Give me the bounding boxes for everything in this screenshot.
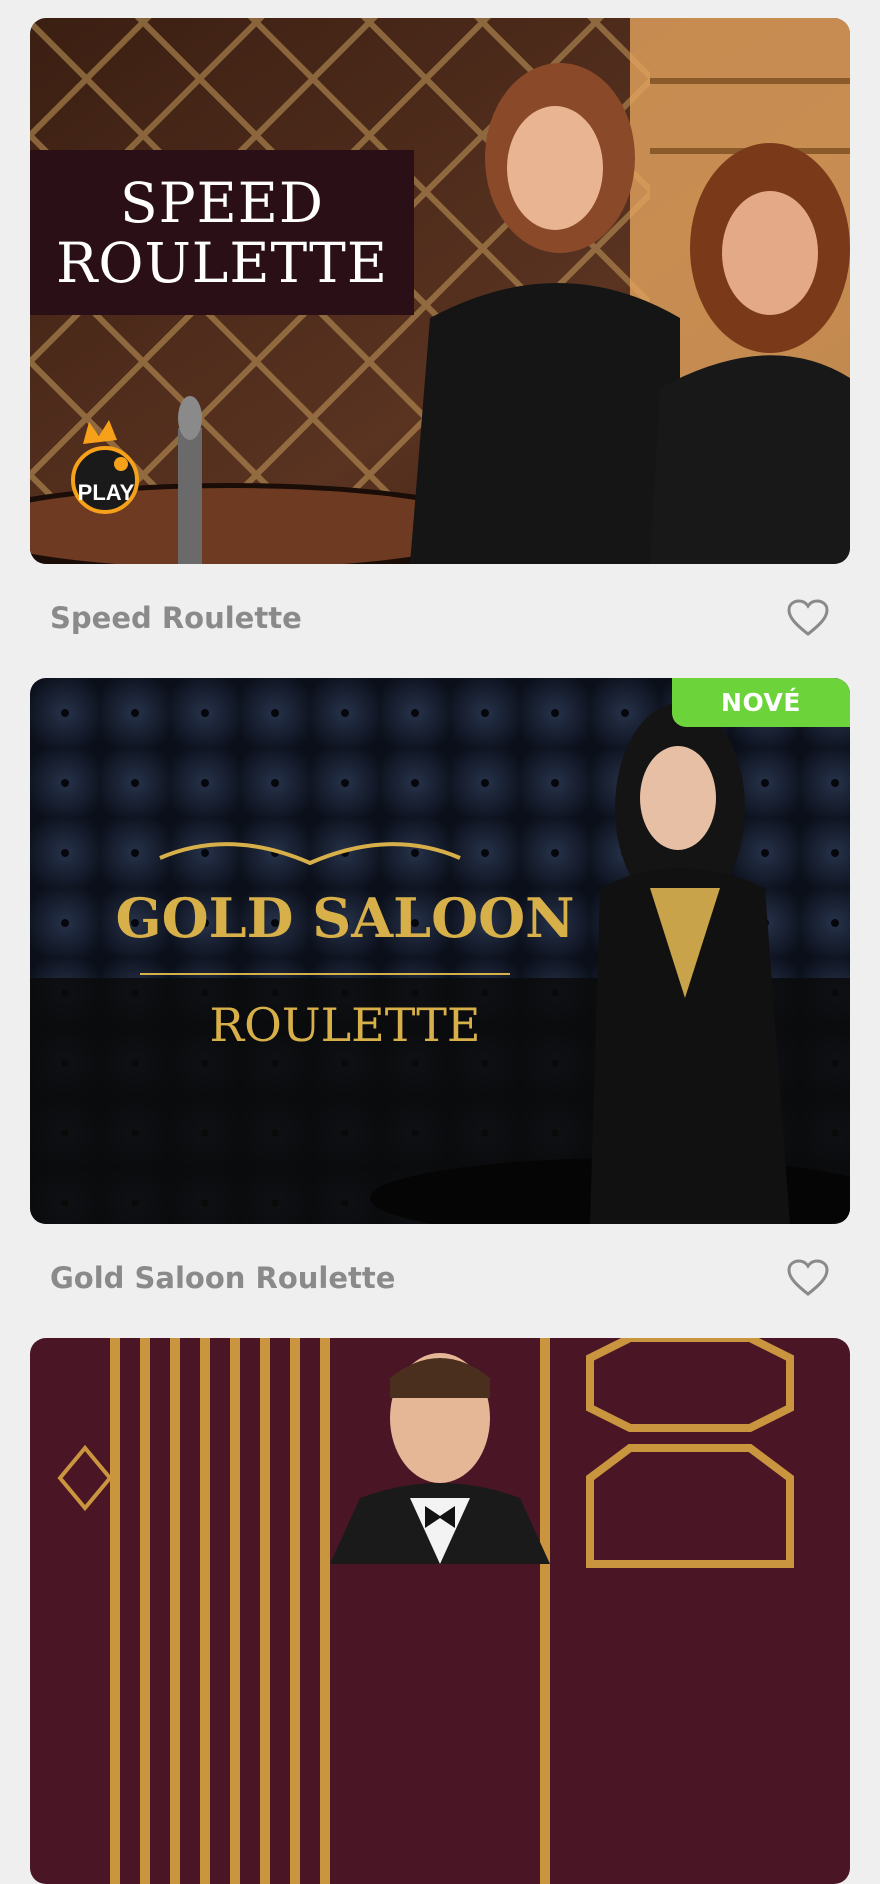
game-title-banner: SPEED ROULETTE xyxy=(30,150,414,315)
new-badge: NOVÉ xyxy=(672,678,850,727)
game-card-speed-roulette[interactable]: SPEED ROULETTE PLAY Speed Roulette xyxy=(30,18,850,636)
game-artwork-image xyxy=(30,1338,850,1884)
game-thumbnail[interactable] xyxy=(30,1338,850,1884)
art-title-line-1: SPEED xyxy=(119,170,325,235)
game-card-gold-saloon-roulette[interactable]: GOLD SALOON ROULETTE NOVÉ Gold Saloon Ro… xyxy=(30,678,850,1296)
art-title-line-2: ROULETTE xyxy=(55,230,389,295)
provider-logo-text: PLAY xyxy=(77,480,135,505)
provider-logo: PLAY xyxy=(65,418,145,518)
art-title-line-1: GOLD SALOON xyxy=(115,886,575,950)
game-thumbnail[interactable]: GOLD SALOON ROULETTE NOVÉ xyxy=(30,678,850,1224)
heart-outline-icon xyxy=(787,599,829,636)
heart-outline-icon xyxy=(787,1259,829,1296)
art-title-line-2: ROULETTE xyxy=(209,998,481,1052)
game-card-partial[interactable] xyxy=(30,1338,850,1884)
favorite-button[interactable] xyxy=(786,1256,830,1300)
game-name[interactable]: Speed Roulette xyxy=(50,601,302,635)
game-artwork-image xyxy=(30,678,850,1224)
favorite-button[interactable] xyxy=(786,596,830,640)
game-thumbnail[interactable]: SPEED ROULETTE PLAY xyxy=(30,18,850,564)
game-name[interactable]: Gold Saloon Roulette xyxy=(50,1261,395,1295)
